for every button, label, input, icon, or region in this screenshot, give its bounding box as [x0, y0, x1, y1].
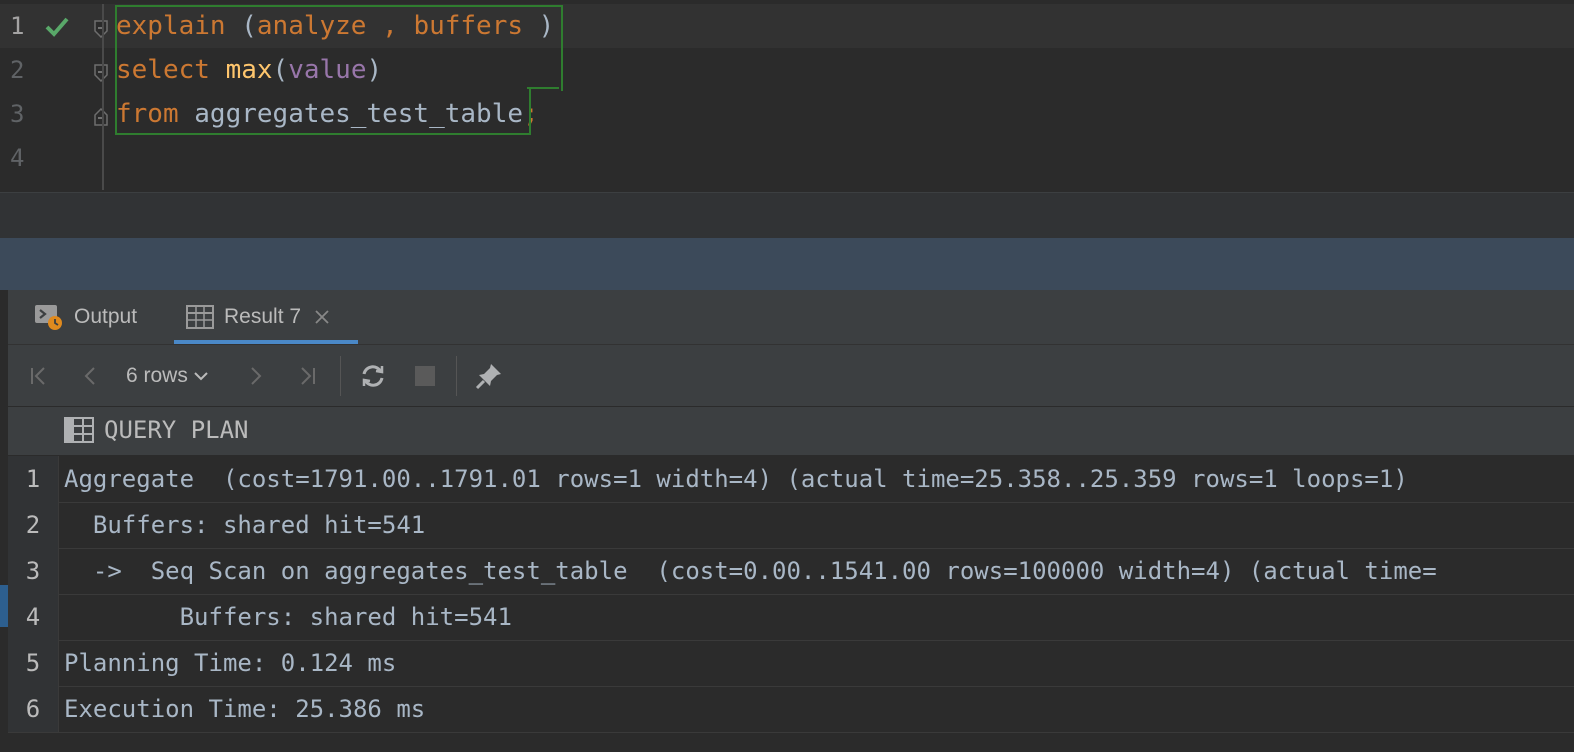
result-grid[interactable]: QUERY PLAN 1 Aggregate (cost=1791.00..179… [8, 407, 1574, 752]
code-text: select max(value) [116, 55, 382, 85]
chevron-down-icon [194, 372, 208, 381]
code-token: ) [366, 55, 383, 85]
editor-footer [0, 192, 1574, 239]
tab-result[interactable]: Result 7 [174, 290, 358, 344]
table-row[interactable]: 5 Planning Time: 0.124 ms [8, 640, 1574, 687]
row-number[interactable]: 3 [8, 548, 59, 594]
code-line-2[interactable]: 2 select max(value) [0, 48, 1574, 92]
grid-header: QUERY PLAN [8, 407, 1574, 456]
table-row[interactable]: 6 Execution Time: 25.386 ms [8, 686, 1574, 733]
line-number: 3 [10, 100, 25, 128]
row-number[interactable]: 6 [8, 686, 59, 732]
row-number[interactable]: 4 [8, 594, 59, 640]
gutter-marker [0, 585, 8, 627]
first-page-icon [31, 367, 45, 385]
active-tab-indicator [174, 340, 358, 344]
sql-editor[interactable]: 1 explain (analyze , buffers ) 2 select … [0, 0, 1574, 192]
first-page-button[interactable] [24, 361, 54, 391]
stop-icon [415, 366, 435, 386]
query-plan-cell[interactable]: -> Seq Scan on aggregates_test_table (co… [64, 555, 1437, 587]
code-token: aggregates_test_table [178, 99, 523, 129]
query-plan-cell[interactable]: Buffers: shared hit=541 [64, 601, 512, 633]
toolbar-separator [340, 356, 341, 396]
refresh-icon [362, 365, 384, 387]
tab-output-label: Output [74, 305, 138, 328]
last-page-button[interactable] [292, 361, 322, 391]
query-plan-cell[interactable]: Planning Time: 0.124 ms [64, 647, 396, 679]
code-text: explain (analyze , buffers ) [116, 11, 554, 41]
column-header-query-plan[interactable]: QUERY PLAN [64, 416, 249, 444]
tab-output[interactable]: Output [34, 290, 137, 344]
code-token: value [288, 55, 367, 85]
code-token: ) [523, 11, 555, 41]
query-plan-cell[interactable]: Buffers: shared hit=541 [64, 509, 425, 541]
code-text: from aggregates_test_table; [116, 99, 539, 129]
tab-bar: Output Result 7 [8, 290, 1574, 345]
code-token: ; [523, 99, 539, 129]
rows-label: 6 rows [126, 364, 188, 387]
query-plan-cell[interactable]: Execution Time: 25.386 ms [64, 693, 425, 725]
refresh-button[interactable] [358, 361, 388, 391]
fold-icon[interactable] [94, 64, 108, 82]
next-page-button[interactable] [240, 361, 270, 391]
table-row[interactable]: 2 Buffers: shared hit=541 [8, 502, 1574, 549]
toolbar-separator [456, 356, 457, 396]
result-toolbar: 6 rows [8, 346, 1574, 407]
pin-tab-button[interactable] [474, 361, 504, 391]
code-line-1[interactable]: 1 explain (analyze , buffers ) [0, 4, 1574, 48]
gutter-separator [102, 4, 104, 190]
table-row[interactable]: 1 Aggregate (cost=1791.00..1791.01 rows=1… [8, 456, 1574, 503]
pin-icon [475, 364, 501, 390]
next-page-icon [251, 367, 262, 385]
last-page-icon [301, 367, 315, 385]
table-row[interactable]: 4 Buffers: shared hit=541 [8, 594, 1574, 641]
prev-page-button[interactable] [76, 361, 106, 391]
fold-icon[interactable] [94, 108, 108, 126]
check-icon [45, 17, 69, 37]
line-number: 4 [10, 144, 25, 172]
row-number[interactable]: 5 [8, 640, 59, 686]
code-token: buffers [413, 11, 524, 41]
services-tool-window: Output Result 7 6 rows QUERY PLAN 1 Aggr… [8, 290, 1574, 752]
fold-icon[interactable] [94, 20, 108, 38]
code-token: ( [225, 11, 257, 41]
prev-page-icon [84, 367, 95, 385]
code-token: max [225, 55, 273, 85]
line-number: 2 [10, 56, 25, 84]
code-token: from [116, 99, 179, 129]
code-token: analyze [256, 11, 367, 41]
code-line-4[interactable]: 4 [0, 136, 1574, 180]
code-token: select [116, 55, 210, 85]
query-plan-cell[interactable]: Aggregate (cost=1791.00..1791.01 rows=1 … [64, 463, 1408, 495]
line-number: 1 [10, 12, 25, 40]
code-token: ( [272, 55, 289, 85]
panel-splitter[interactable] [0, 238, 1574, 290]
code-line-3[interactable]: 3 from aggregates_test_table; [0, 92, 1574, 136]
table-icon [186, 305, 214, 329]
row-number[interactable]: 1 [8, 456, 59, 502]
column-table-icon [64, 417, 94, 443]
close-icon[interactable] [313, 308, 331, 326]
table-row[interactable]: 3 -> Seq Scan on aggregates_test_table (… [8, 548, 1574, 595]
stop-button[interactable] [410, 361, 440, 391]
output-icon [35, 305, 62, 330]
tab-result-label: Result 7 [224, 305, 302, 328]
code-token: , [366, 11, 414, 41]
rows-selector[interactable]: 6 rows [126, 360, 210, 392]
row-number[interactable]: 2 [8, 502, 59, 548]
column-header-label: QUERY PLAN [104, 416, 249, 444]
code-token: explain [116, 11, 226, 41]
